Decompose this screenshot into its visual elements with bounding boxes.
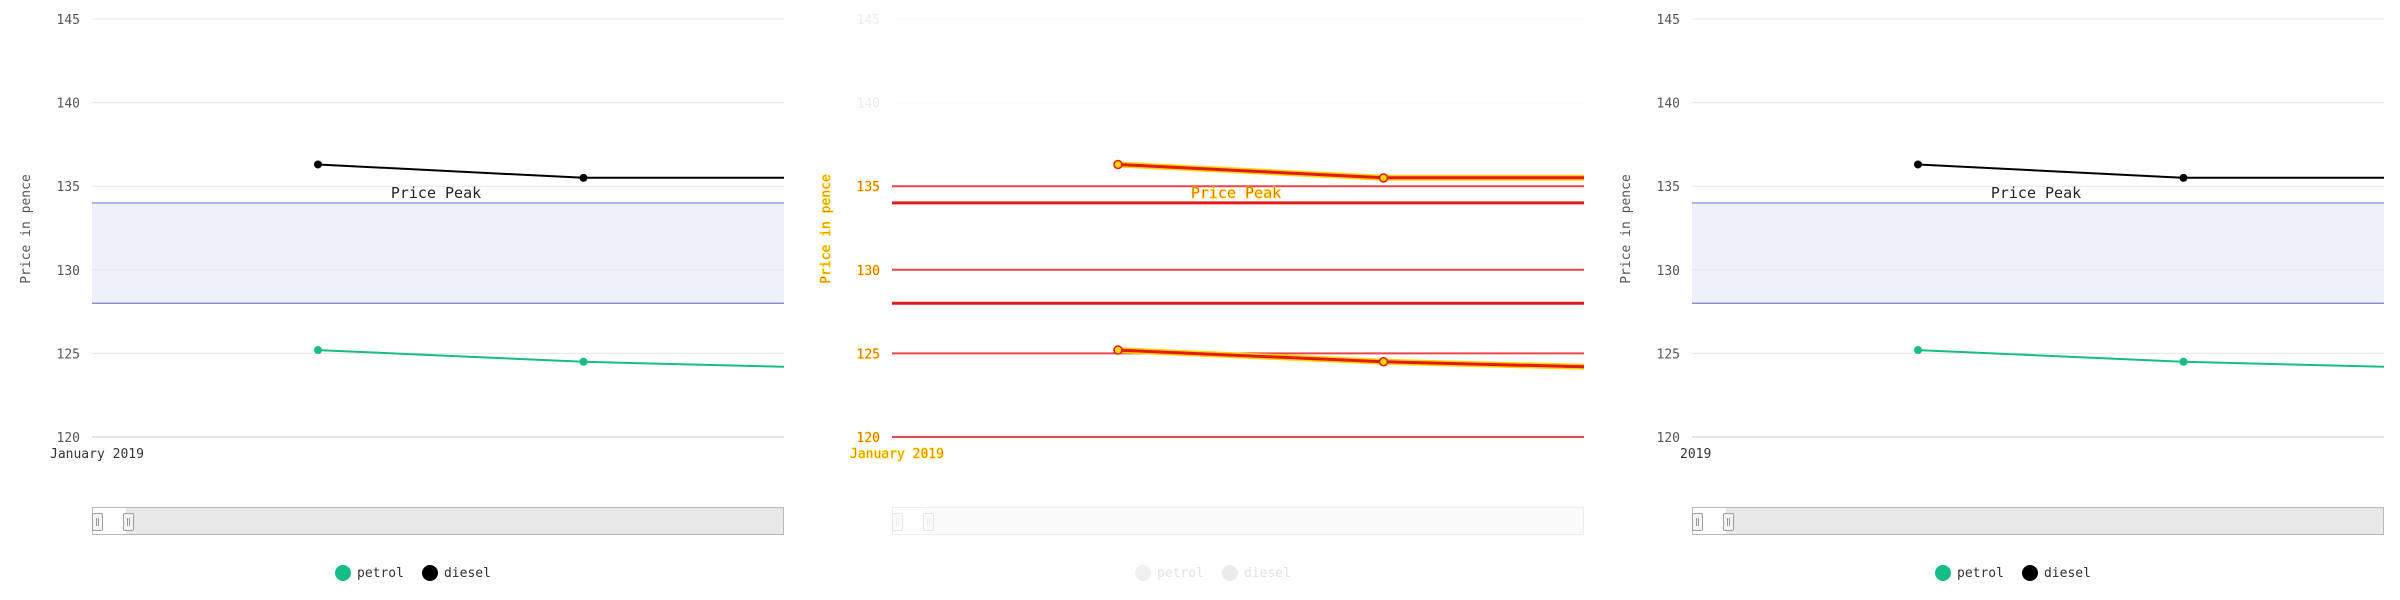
y-tick-label: 125	[857, 347, 880, 362]
y-tick-label: 130	[1657, 264, 1680, 279]
chart-1-legend: petrol diesel	[335, 565, 491, 581]
chart-2-scrollbar-right-handle[interactable]	[923, 513, 934, 531]
series-line-petrol	[1917, 349, 2385, 368]
y-tick-label: 140	[57, 97, 80, 112]
chart-3-scrollbar[interactable]	[1692, 507, 2384, 535]
legend-label-petrol: petrol	[1157, 565, 1204, 581]
point-petrol	[1378, 357, 1389, 367]
y-tick-label: 135	[857, 180, 880, 195]
y-axis-label: Price in pence	[819, 174, 834, 284]
legend-dot-diesel-icon	[2021, 565, 2038, 581]
legend-label-diesel: diesel	[1243, 565, 1291, 581]
point-diesel	[314, 160, 322, 169]
x-axis-start-label: January 2019	[50, 447, 144, 462]
y-tick-label: 145	[857, 13, 880, 28]
series-line-diesel	[317, 163, 784, 179]
chart-2-legend-diesel[interactable]: diesel	[1221, 565, 1291, 581]
chart-panel-1: 120 125 130 135 140 145 Price in pence January …	[0, 0, 800, 600]
x-axis-start-label: January 2019	[850, 447, 944, 462]
point-petrol	[579, 357, 588, 366]
chart-1-scrollbar[interactable]	[92, 507, 784, 535]
x-axis-start-label: 2019	[1680, 447, 1711, 462]
chart-3-legend-diesel[interactable]: diesel	[2021, 565, 2091, 581]
y-tick-label: 120	[57, 431, 80, 446]
chart-3-scrollbar-right-handle[interactable]	[1723, 513, 1734, 531]
series-line-petrol	[317, 349, 785, 368]
legend-dot-diesel-icon	[1221, 565, 1238, 581]
y-tick-label: 120	[857, 431, 880, 446]
point-diesel	[1113, 159, 1123, 170]
point-petrol	[2179, 357, 2188, 366]
y-tick-label: 135	[57, 180, 80, 195]
y-tick-label: 130	[857, 264, 880, 279]
chart-1-scrollbar-right-handle[interactable]	[123, 513, 134, 531]
legend-label-diesel: diesel	[2043, 565, 2091, 581]
chart-panel-3: 120125130135140145Price in pence2019Date…	[1600, 0, 2400, 600]
y-tick-label: 130	[57, 264, 80, 279]
chart-2-svg: 120 125 130 135 140 145 Price in pence January …	[819, 13, 1585, 462]
point-petrol	[1113, 345, 1123, 355]
legend-dot-diesel-icon	[421, 565, 438, 581]
series-line-diesel	[1917, 163, 2384, 179]
chart-2-legend: petrol diesel	[1135, 565, 1291, 581]
legend-dot-petrol-icon	[335, 565, 351, 581]
chart-3-scrollbar-left-handle[interactable]	[1692, 513, 1703, 531]
y-tick-label: 145	[1657, 13, 1680, 28]
y-tick-label: 125	[1657, 347, 1680, 362]
chart-3-legend-petrol[interactable]: petrol	[1935, 565, 2004, 581]
point-petrol	[314, 346, 322, 355]
point-petrol	[1914, 346, 1922, 355]
chart-1-legend-diesel[interactable]: diesel	[421, 565, 491, 581]
chart-1-legend-petrol[interactable]: petrol	[335, 565, 404, 581]
chart-2-scrollbar[interactable]	[892, 507, 1584, 535]
legend-dot-petrol-icon	[1135, 565, 1151, 581]
point-diesel	[2179, 173, 2188, 182]
legend-label-diesel: diesel	[443, 565, 491, 581]
band-area	[1692, 202, 2384, 304]
y-tick-label: 140	[857, 97, 880, 112]
chart-panel-2: 120 125 130 135 140 145 Price in pence January …	[800, 0, 1600, 600]
chart-2-legend-petrol[interactable]: petrol	[1135, 565, 1204, 581]
chart-1-svg: 120 125 130 135 140 145 Price in pence January …	[19, 13, 785, 462]
chart-1-scrollbar-left-handle[interactable]	[92, 513, 103, 531]
chart-3-svg: 120125130135140145Price in pence2019Date…	[1619, 13, 2385, 462]
y-tick-label: 125	[57, 347, 80, 362]
y-axis-label: Price in pence	[19, 174, 34, 284]
legend-dot-petrol-icon	[1935, 565, 1951, 581]
y-tick-label: 145	[57, 13, 80, 28]
chart-3-legend: petrol diesel	[1935, 565, 2091, 581]
point-diesel	[579, 173, 588, 182]
band-label: Price Peak	[391, 184, 481, 202]
point-diesel	[1378, 173, 1389, 183]
legend-label-petrol: petrol	[357, 565, 404, 581]
legend-label-petrol: petrol	[1957, 565, 2004, 581]
chart-2-scrollbar-left-handle[interactable]	[892, 513, 903, 531]
band-label: Price Peak	[1991, 184, 2081, 202]
band-label: Price Peak	[1191, 184, 1281, 202]
band-area	[92, 202, 784, 304]
point-diesel	[1914, 160, 1922, 169]
y-tick-label: 135	[1657, 180, 1680, 195]
y-tick-label: 120	[1657, 431, 1680, 446]
y-tick-label: 140	[1657, 97, 1680, 112]
y-axis-label: Price in pence	[1619, 174, 1634, 284]
